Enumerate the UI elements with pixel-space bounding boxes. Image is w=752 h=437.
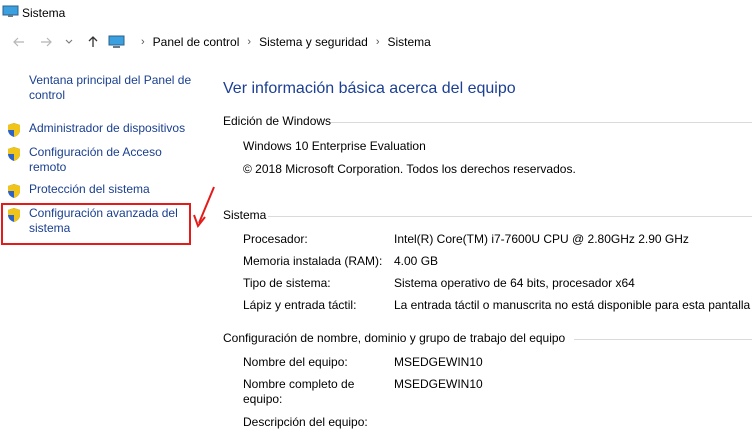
edition-name: Windows 10 Enterprise Evaluation	[243, 139, 426, 153]
annotation-arrow-icon	[193, 186, 215, 229]
system-monitor-icon	[2, 5, 19, 17]
sidebar-item-device-manager[interactable]: Administrador de dispositivos	[6, 121, 196, 137]
computer-name-value: MSEDGEWIN10	[394, 355, 483, 369]
pen-touch-value: La entrada táctil o manuscrita no está d…	[394, 298, 751, 312]
computer-name-label: Nombre del equipo:	[243, 355, 348, 369]
arrow-right-icon	[41, 37, 52, 47]
edition-section-header: Edición de Windows	[223, 114, 332, 128]
navigation-bar: › Panel de control › Sistema y seguridad…	[0, 28, 752, 56]
arrow-up-icon	[88, 36, 98, 47]
back-button[interactable]	[10, 33, 28, 51]
control-panel-home-link[interactable]: Ventana principal del Panel de control	[29, 73, 199, 103]
highlight-box	[1, 203, 191, 245]
breadcrumb-system[interactable]: Sistema	[387, 35, 430, 49]
computer-name-section-header: Configuración de nombre, dominio y grupo…	[223, 331, 566, 345]
divider	[574, 339, 752, 340]
title-bar: Sistema	[0, 0, 752, 28]
processor-label: Procesador:	[243, 232, 308, 246]
address-bar[interactable]: › Panel de control › Sistema y seguridad…	[108, 28, 431, 56]
processor-value: Intel(R) Core(TM) i7-7600U CPU @ 2.80GHz…	[394, 232, 689, 246]
page-title: Ver información básica acerca del equipo	[223, 80, 516, 97]
system-section-header: Sistema	[223, 208, 267, 222]
full-computer-name-label: Nombre completo de equipo:	[243, 377, 355, 406]
breadcrumb-separator-icon: ›	[375, 36, 380, 48]
arrow-left-icon	[13, 37, 24, 47]
breadcrumb-separator-icon: ›	[247, 36, 252, 48]
divider	[331, 122, 752, 123]
breadcrumb-control-panel[interactable]: Panel de control	[153, 35, 240, 49]
sidebar-item-label: Administrador de dispositivos	[29, 121, 186, 135]
full-computer-name-value: MSEDGEWIN10	[394, 377, 483, 391]
shield-icon	[8, 123, 20, 137]
system-type-label: Tipo de sistema:	[243, 276, 331, 290]
shield-icon	[8, 147, 20, 161]
divider	[268, 216, 752, 217]
main-panel: Ver información básica acerca del equipo…	[222, 60, 752, 437]
computer-description-label: Descripción del equipo:	[243, 415, 368, 429]
chevron-down-icon	[65, 39, 73, 44]
system-type-value: Sistema operativo de 64 bits, procesador…	[394, 276, 635, 290]
up-button[interactable]	[84, 33, 102, 51]
copyright-text: © 2018 Microsoft Corporation. Todos los …	[243, 162, 576, 176]
sidebar-item-system-protection[interactable]: Protección del sistema	[6, 182, 196, 198]
sidebar-item-label: Configuración de Acceso remoto	[29, 145, 162, 174]
forward-button[interactable]	[37, 33, 55, 51]
window-title: Sistema	[22, 6, 66, 20]
sidebar-item-label: Protección del sistema	[29, 182, 150, 196]
control-panel-icon	[108, 35, 125, 48]
ram-value: 4.00 GB	[394, 254, 439, 268]
shield-icon	[8, 184, 20, 198]
pen-touch-label: Lápiz y entrada táctil:	[243, 298, 357, 312]
breadcrumb-system-security[interactable]: Sistema y seguridad	[259, 35, 368, 49]
sidebar-item-remote-access[interactable]: Configuración de Acceso remoto	[6, 145, 196, 177]
sidebar: Ventana principal del Panel de control A…	[0, 60, 205, 437]
breadcrumb-separator-icon: ›	[141, 36, 145, 48]
recent-locations-button[interactable]	[60, 33, 78, 51]
ram-label: Memoria instalada (RAM):	[243, 254, 383, 268]
